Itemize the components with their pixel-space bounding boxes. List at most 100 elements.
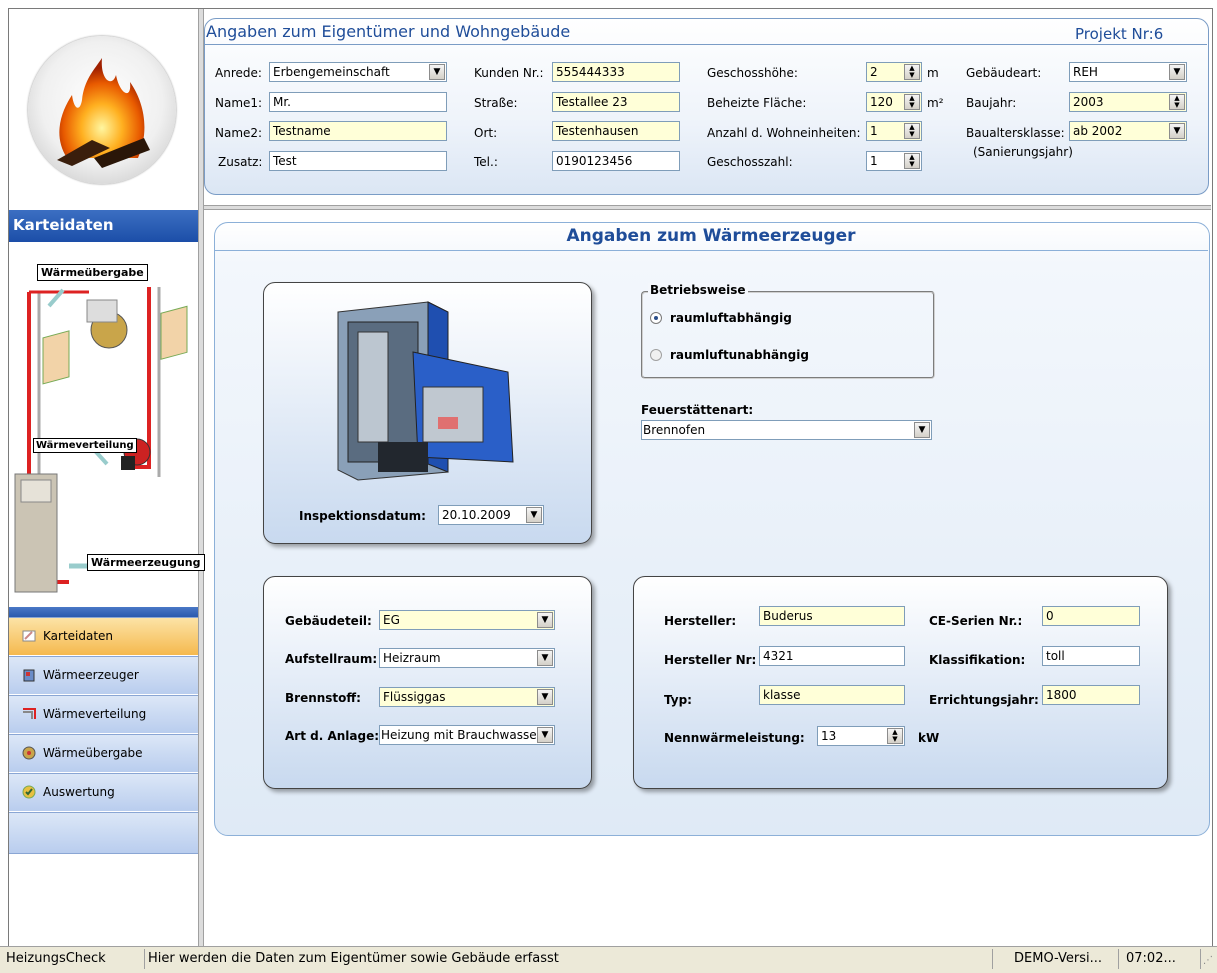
- sidebar-item-waermeverteilung[interactable]: Wärmeverteilung: [9, 695, 198, 733]
- chevron-down-icon[interactable]: ▼: [914, 422, 930, 438]
- divider: [204, 44, 1207, 45]
- chevron-down-icon[interactable]: ▼: [526, 507, 542, 523]
- name1-field[interactable]: Mr.: [269, 92, 447, 112]
- errichtungsjahr-field[interactable]: 1800: [1042, 685, 1140, 705]
- resize-grip-icon[interactable]: ⋰: [1203, 955, 1213, 966]
- klassifikation-label: Klassifikation:: [929, 653, 1026, 667]
- baualtersklasse-label: Baualtersklasse:: [966, 126, 1065, 140]
- hersteller-label: Hersteller:: [664, 614, 737, 628]
- baujahr-label: Baujahr:: [966, 96, 1017, 110]
- spinner-arrows-icon[interactable]: ▲ ▼: [904, 94, 920, 110]
- art-anlage-select[interactable]: Heizung mit Brauchwasse ▼: [379, 725, 555, 745]
- evaluation-icon: [22, 785, 36, 799]
- sidebar-item-label: Auswertung: [43, 785, 115, 799]
- typ-field[interactable]: klasse: [759, 685, 905, 705]
- sidebar-header: Karteidaten: [9, 210, 198, 242]
- ort-field[interactable]: Testenhausen: [552, 121, 680, 141]
- heat-generator-title: Angaben zum Wärmeerzeuger: [566, 226, 856, 246]
- name1-label: Name1:: [215, 96, 263, 110]
- status-app-name: HeizungsCheck: [2, 949, 145, 969]
- hersteller-nr-field[interactable]: 4321: [759, 646, 905, 666]
- kunden-nr-field[interactable]: 555444333: [552, 62, 680, 82]
- baujahr-stepper[interactable]: 2003 ▲ ▼: [1069, 92, 1187, 112]
- errichtungsjahr-label: Errichtungsjahr:: [929, 693, 1039, 707]
- strasse-field[interactable]: Testallee 23: [552, 92, 680, 112]
- chevron-down-icon[interactable]: ▼: [429, 64, 445, 80]
- radio-raumluftabhaengig[interactable]: [650, 312, 662, 324]
- boiler-icon: [23, 669, 35, 682]
- nennwaermeleistung-label: Nennwärmeleistung:: [664, 731, 805, 745]
- sidebar-item-auswertung[interactable]: Auswertung: [9, 773, 198, 811]
- spinner-arrows-icon[interactable]: ▲ ▼: [904, 64, 920, 80]
- zusatz-field[interactable]: Test: [269, 151, 447, 171]
- status-message: Hier werden die Daten zum Eigentümer sow…: [144, 949, 993, 969]
- chevron-down-icon[interactable]: ▼: [537, 650, 553, 666]
- sidebar-item-label: Wärmeverteilung: [43, 707, 147, 721]
- sidebar-grip[interactable]: [9, 607, 198, 617]
- wohneinheiten-stepper[interactable]: 1 ▲ ▼: [866, 121, 922, 141]
- feuerstaettenart-select[interactable]: Brennofen ▼: [641, 420, 932, 440]
- sidebar-item-label: Wärmeübergabe: [43, 746, 143, 760]
- gebaeudeteil-select[interactable]: EG ▼: [379, 610, 555, 630]
- owner-panel-title: Angaben zum Eigentümer und Wohngebäude: [206, 22, 571, 41]
- geschosshoehe-unit: m: [927, 66, 939, 80]
- sidebar-item-karteidaten[interactable]: Karteidaten: [9, 617, 198, 655]
- sanierungsjahr-label: (Sanierungsjahr): [973, 145, 1073, 159]
- ce-serien-nr-field[interactable]: 0: [1042, 606, 1140, 626]
- strasse-label: Straße:: [474, 96, 518, 110]
- baualtersklasse-select[interactable]: ab 2002 ▼: [1069, 121, 1187, 141]
- chevron-down-icon[interactable]: ▼: [537, 612, 553, 628]
- geschosshoehe-stepper[interactable]: 2 ▲ ▼: [866, 62, 922, 82]
- radiator-icon: [22, 746, 36, 760]
- spinner-arrows-icon[interactable]: ▲ ▼: [904, 153, 920, 169]
- name2-field[interactable]: Testname: [269, 121, 447, 141]
- klassifikation-field[interactable]: toll: [1042, 646, 1140, 666]
- boiler-illustration: [337, 301, 514, 481]
- geschosszahl-stepper[interactable]: 1 ▲ ▼: [866, 151, 922, 171]
- sidebar-item-waermeuebergabe[interactable]: Wärmeübergabe: [9, 734, 198, 772]
- chevron-down-icon[interactable]: ▼: [537, 689, 553, 705]
- tel-label: Tel.:: [474, 155, 498, 169]
- spinner-arrows-icon[interactable]: ▲ ▼: [887, 728, 903, 744]
- gebaeudeteil-label: Gebäudeteil:: [285, 614, 372, 628]
- hersteller-field[interactable]: Buderus: [759, 606, 905, 626]
- chevron-down-icon[interactable]: ▼: [1169, 123, 1185, 139]
- feuerstaettenart-label: Feuerstättenart:: [641, 403, 754, 417]
- installation-details-box: [263, 576, 592, 789]
- status-version: DEMO-Versi...: [1010, 949, 1119, 969]
- flaeche-stepper[interactable]: 120 ▲ ▼: [866, 92, 922, 112]
- nennwaermeleistung-unit: kW: [918, 731, 940, 745]
- inspektionsdatum-picker[interactable]: 20.10.2009 ▼: [438, 505, 544, 525]
- geschosshoehe-label: Geschosshöhe:: [707, 66, 798, 80]
- hersteller-nr-label: Hersteller Nr:: [664, 653, 757, 667]
- nennwaermeleistung-stepper[interactable]: 13 ▲ ▼: [817, 726, 905, 746]
- betriebsweise-group: [641, 291, 935, 379]
- typ-label: Typ:: [664, 693, 692, 707]
- radio-label-raumluftabhaengig[interactable]: raumluftabhängig: [670, 311, 792, 325]
- sidebar-item-waermeerzeuger[interactable]: Wärmeerzeuger: [9, 656, 198, 694]
- distribution-icon: [23, 708, 36, 719]
- chevron-down-icon[interactable]: ▼: [537, 727, 553, 743]
- sidebar-blank-area: [9, 853, 198, 947]
- fire-logo-icon: [57, 58, 150, 168]
- aufstellraum-select[interactable]: Heizraum ▼: [379, 648, 555, 668]
- brennstoff-label: Brennstoff:: [285, 691, 361, 705]
- spinner-arrows-icon[interactable]: ▲ ▼: [904, 123, 920, 139]
- sidebar-item-label: Karteidaten: [43, 629, 114, 643]
- heating-diagram-illustration: [14, 287, 188, 593]
- flaeche-label: Beheizte Fläche:: [707, 96, 807, 110]
- gebaeudeart-select[interactable]: REH ▼: [1069, 62, 1187, 82]
- project-number: Projekt Nr:6: [1075, 25, 1164, 43]
- chevron-down-icon[interactable]: ▼: [1169, 64, 1185, 80]
- anrede-select[interactable]: Erbengemeinschaft ▼: [269, 62, 447, 82]
- brennstoff-select[interactable]: Flüssiggas ▼: [379, 687, 555, 707]
- name2-label: Name2:: [215, 126, 263, 140]
- radio-raumluftunabhaengig[interactable]: [650, 349, 662, 361]
- gebaeudeart-label: Gebäudeart:: [966, 66, 1042, 80]
- anrede-label: Anrede:: [215, 66, 262, 80]
- horizontal-splitter[interactable]: [204, 205, 1211, 210]
- spinner-arrows-icon[interactable]: ▲ ▼: [1169, 94, 1185, 110]
- tel-field[interactable]: 0190123456: [552, 151, 680, 171]
- radio-label-raumluftunabhaengig[interactable]: raumluftunabhängig: [670, 348, 809, 362]
- betriebsweise-legend: Betriebsweise: [648, 283, 748, 297]
